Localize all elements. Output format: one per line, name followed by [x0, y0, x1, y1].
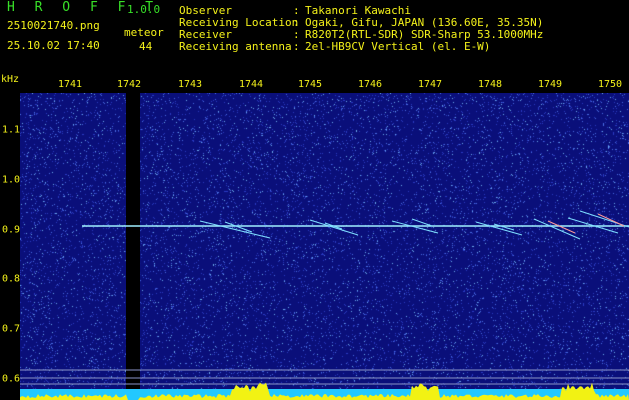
spectrogram: [20, 93, 629, 400]
meteor-trail: [493, 223, 515, 231]
time-tick: 1749: [537, 79, 563, 90]
frequency-tick: 0.8: [2, 273, 21, 285]
time-tick: 1748: [477, 79, 503, 90]
meteor-trail: [475, 221, 523, 236]
time-tick: 1747: [417, 79, 443, 90]
time-tick: 1745: [297, 79, 323, 90]
frequency-tick: 1.0: [2, 174, 21, 186]
file-name: 2510021740.png: [7, 19, 100, 32]
frequency-tick: 0.7: [2, 323, 21, 335]
time-tick: 1750: [597, 79, 623, 90]
meteor-trail: [199, 220, 271, 239]
time-tick: 1741: [57, 79, 83, 90]
antenna-value: 2el-HB9CV Vertical (el. E-W): [305, 40, 491, 53]
frequency-tick: 1.1: [2, 124, 21, 136]
meteor-trail: [533, 218, 581, 240]
meteor-trail: [597, 213, 625, 227]
data-gap: [126, 93, 140, 400]
frequency-unit-label: kHz: [1, 74, 20, 85]
meteor-trail: [391, 220, 439, 234]
frequency-tick: 0.9: [2, 224, 21, 236]
time-tick: 1743: [177, 79, 203, 90]
timestamp: 25.10.02 17:40: [7, 39, 100, 52]
app-version: 1.0.0: [127, 3, 161, 16]
time-tick: 1746: [357, 79, 383, 90]
time-tick: 1742: [116, 79, 142, 90]
antenna-separator: :: [293, 40, 300, 53]
meteor-count-value: 44: [139, 40, 153, 53]
time-tick: 1744: [238, 79, 264, 90]
hroft-window: H R O F F T 1.0.0 2510021740.png 25.10.0…: [0, 0, 629, 400]
meteor-trail: [411, 218, 433, 227]
meteor-trail: [309, 219, 359, 236]
frequency-tick: 0.6: [2, 373, 21, 385]
spectrogram-overlay: [20, 93, 629, 400]
antenna-label: Receiving antenna: [179, 40, 292, 53]
meteor-count-label: meteor: [124, 26, 164, 39]
